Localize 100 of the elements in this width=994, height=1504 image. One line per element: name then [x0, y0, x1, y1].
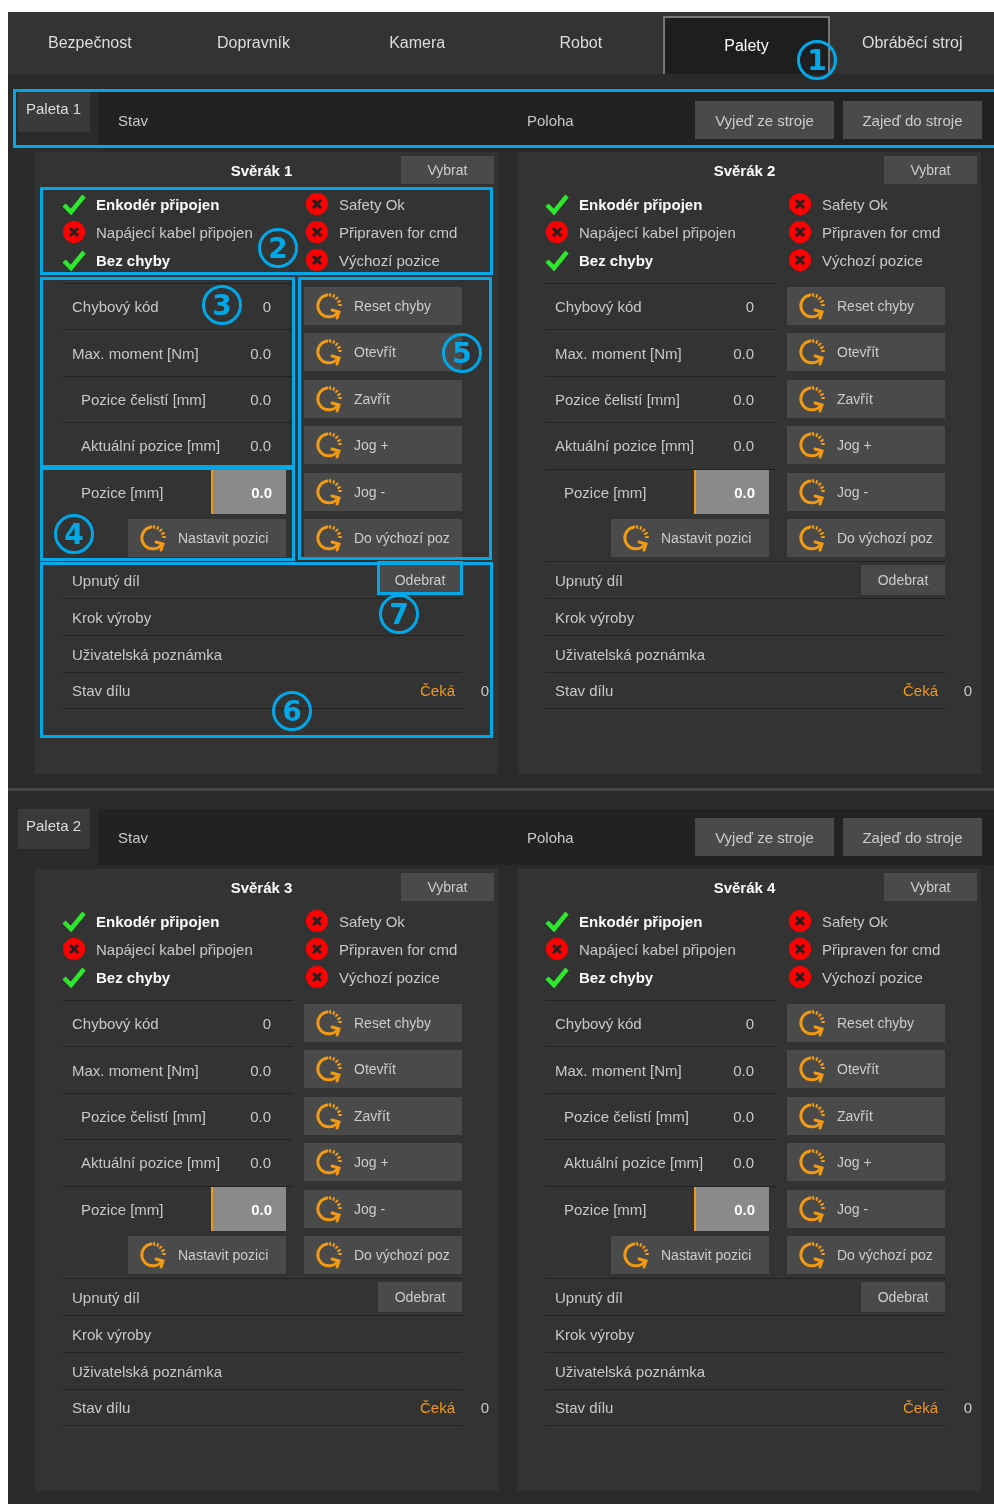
refresh-icon — [797, 337, 827, 368]
indicator-label: Napájecí kabel připojen — [579, 223, 736, 241]
position-label: Poloha — [527, 111, 575, 129]
indicator-label: Výchozí pozice — [339, 968, 440, 986]
remove-button[interactable]: Odebrat — [861, 1282, 945, 1313]
indicator-label: Napájecí kabel připojen — [579, 940, 736, 958]
part-label: Uživatelská poznámka — [72, 645, 223, 663]
callout-number: 7 — [379, 594, 419, 634]
part-label: Krok výroby — [72, 1325, 152, 1343]
indicator-label: Safety Ok — [822, 195, 888, 213]
pallet-button[interactable]: Zajeď do stroje — [843, 101, 982, 139]
action-button[interactable]: Zavřít — [304, 1096, 462, 1135]
part-label: Upnutý díl — [72, 1288, 140, 1306]
set-position-button[interactable]: Nastavit pozici — [611, 1236, 769, 1275]
action-button[interactable]: Do výchozí poz — [787, 1235, 945, 1274]
action-button[interactable]: Otevřít — [304, 1050, 462, 1089]
action-button[interactable]: Otevřít — [787, 1050, 945, 1089]
action-button[interactable]: Jog - — [304, 472, 462, 511]
indicator-label: Připraven for cmd — [822, 223, 941, 241]
readout-value: 0 — [262, 1015, 271, 1033]
readout-value: 0.0 — [250, 1061, 271, 1079]
refresh-icon — [621, 523, 651, 554]
action-button[interactable]: Zavřít — [304, 379, 462, 418]
action-button[interactable]: Do výchozí poz — [304, 1235, 462, 1274]
part-status: Čeká — [419, 682, 456, 700]
callout-number: 2 — [258, 228, 298, 268]
part-label: Upnutý díl — [555, 571, 623, 589]
select-button[interactable]: Vybrat — [884, 156, 977, 184]
part-label: Stav dílu — [555, 682, 614, 700]
indicator-label: Bez chyby — [579, 968, 654, 986]
refresh-icon — [621, 1240, 651, 1271]
readout-label: Pozice čelistí [mm] — [555, 390, 681, 408]
vise-title: Svěrák 3 — [229, 878, 294, 896]
pallet-button[interactable]: Vyjeď ze stroje — [695, 101, 834, 139]
action-button[interactable]: Do výchozí poz — [304, 518, 462, 557]
part-label: Krok výroby — [555, 1325, 635, 1343]
action-button[interactable]: Do výchozí poz — [787, 518, 945, 557]
readout-value: 0.0 — [733, 437, 754, 455]
select-button[interactable]: Vybrat — [401, 156, 494, 184]
action-button[interactable]: Reset chyby — [304, 1004, 462, 1042]
indicator-label: Připraven for cmd — [339, 940, 458, 958]
action-button[interactable]: Jog + — [787, 426, 945, 465]
action-button[interactable]: Reset chyby — [304, 287, 462, 325]
readout-label: Chybový kód — [555, 1015, 642, 1033]
indicator-label: Safety Ok — [339, 195, 405, 213]
vise-title: Svěrák 4 — [712, 878, 777, 896]
select-button[interactable]: Vybrat — [884, 873, 977, 901]
refresh-icon — [314, 522, 344, 553]
action-button[interactable]: Jog - — [787, 472, 945, 511]
readout-label: Aktuální pozice [mm] — [81, 437, 221, 455]
part-label: Uživatelská poznámka — [555, 1362, 706, 1380]
refresh-icon — [314, 1193, 344, 1224]
action-button[interactable]: Zavřít — [787, 1096, 945, 1135]
part-count: 0 — [962, 682, 972, 700]
readout-label: Max. moment [Nm] — [555, 1061, 682, 1079]
readout-label: Max. moment [Nm] — [72, 344, 199, 362]
indicator-label: Bez chyby — [96, 251, 171, 269]
refresh-icon — [314, 337, 344, 368]
refresh-icon — [314, 1239, 344, 1270]
callout-number: 6 — [272, 691, 312, 731]
action-button[interactable]: Jog + — [304, 1143, 462, 1182]
part-count: 0 — [479, 682, 489, 700]
position-field[interactable]: 0.0 — [211, 470, 286, 515]
part-label: Uživatelská poznámka — [555, 645, 706, 663]
readout-label: Max. moment [Nm] — [555, 344, 682, 362]
readout-value: 0 — [745, 298, 754, 316]
readout-value: 0.0 — [250, 344, 271, 362]
action-button[interactable]: Jog + — [787, 1143, 945, 1182]
position-field[interactable]: 0.0 — [694, 470, 769, 515]
action-button[interactable]: Reset chyby — [787, 287, 945, 325]
refresh-icon — [314, 291, 344, 321]
set-position-button[interactable]: Nastavit pozici — [128, 1236, 286, 1275]
remove-button[interactable]: Odebrat — [861, 565, 945, 596]
set-position-button[interactable]: Nastavit pozici — [128, 519, 286, 558]
select-button[interactable]: Vybrat — [401, 873, 494, 901]
set-position-button[interactable]: Nastavit pozici — [611, 519, 769, 558]
refresh-icon — [314, 430, 344, 461]
part-label: Stav dílu — [72, 682, 131, 700]
action-button[interactable]: Reset chyby — [787, 1004, 945, 1042]
position-label: Pozice [mm] — [81, 1200, 164, 1218]
position-field[interactable]: 0.0 — [694, 1187, 769, 1232]
action-button[interactable]: Jog + — [304, 426, 462, 465]
action-button[interactable]: Jog - — [787, 1189, 945, 1228]
position-label: Poloha — [527, 828, 575, 846]
position-field[interactable]: 0.0 — [211, 1187, 286, 1232]
indicator-label: Safety Ok — [822, 912, 888, 930]
refresh-icon — [797, 1054, 827, 1085]
action-button[interactable]: Zavřít — [787, 379, 945, 418]
action-button[interactable]: Otevřít — [787, 333, 945, 372]
vise-title: Svěrák 2 — [712, 161, 777, 179]
indicator-label: Enkodér připojen — [96, 912, 220, 930]
pallet-button[interactable]: Vyjeď ze stroje — [695, 818, 834, 856]
refresh-icon — [797, 430, 827, 461]
pallet-button[interactable]: Zajeď do stroje — [843, 818, 982, 856]
part-status: Čeká — [902, 682, 939, 700]
remove-button[interactable]: Odebrat — [378, 1282, 462, 1313]
readout-value: 0.0 — [250, 1107, 271, 1125]
refresh-icon — [797, 291, 827, 321]
callout-number: 4 — [54, 514, 94, 554]
action-button[interactable]: Jog - — [304, 1189, 462, 1228]
